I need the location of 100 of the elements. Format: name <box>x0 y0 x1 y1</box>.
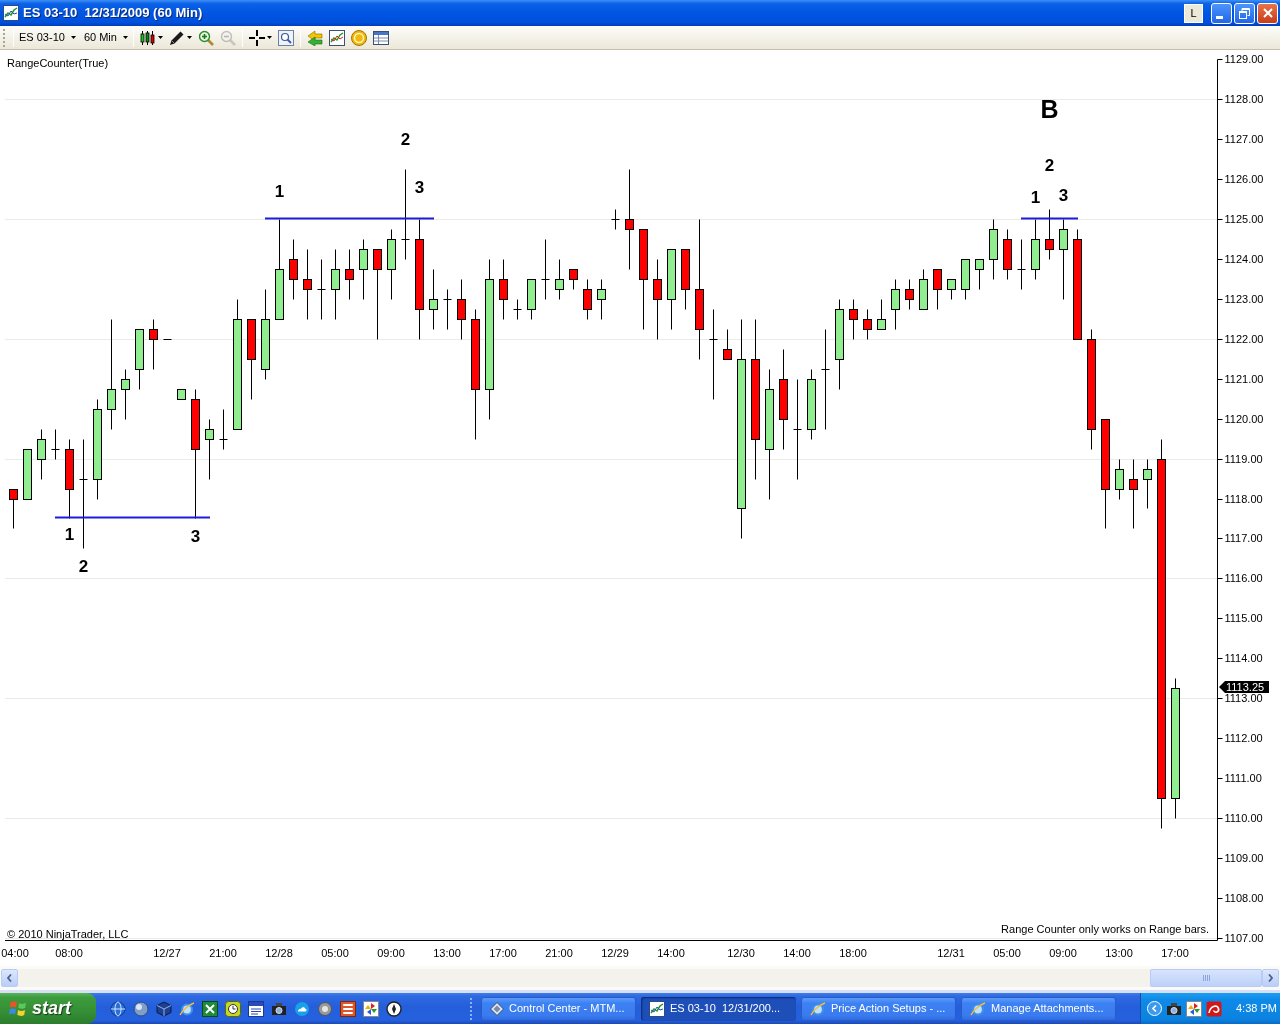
magnifier-frame-icon <box>277 29 294 46</box>
candlestick <box>541 239 550 300</box>
candlestick <box>51 429 60 460</box>
price-axis-label: 1116.00 <box>1224 572 1263 585</box>
minimize-button[interactable] <box>1211 2 1232 24</box>
time-axis-label: 12/28 <box>265 947 293 959</box>
price-axis-label: 1109.00 <box>1224 852 1264 865</box>
candlestick <box>1129 459 1138 529</box>
scroll-right-button[interactable] <box>1262 969 1279 987</box>
price-axis-label: 1119.00 <box>1224 452 1263 465</box>
level-line <box>1020 217 1079 220</box>
time-axis-label: 12/31 <box>937 947 965 959</box>
candlestick <box>289 239 298 300</box>
crosshair-button[interactable] <box>246 27 274 48</box>
striped-tile-icon[interactable] <box>340 1000 356 1017</box>
camera-icon[interactable] <box>1166 1000 1182 1017</box>
time-axis-label: 21:00 <box>209 947 237 959</box>
price-axis-label: 1122.00 <box>1224 332 1264 345</box>
taskbar-button[interactable]: ES 03-10 12/31/200... <box>641 996 796 1021</box>
price-axis-label: 1118.00 <box>1224 492 1263 505</box>
price-axis-label: 1110.00 <box>1224 812 1263 825</box>
candlestick <box>1031 219 1040 280</box>
candlestick <box>583 279 592 320</box>
show-hidden-icons-button[interactable] <box>1147 1001 1162 1016</box>
count-label: 3 <box>1058 185 1069 205</box>
close-button[interactable] <box>1257 2 1278 24</box>
candlestick <box>9 489 18 529</box>
clock-icon[interactable] <box>225 1000 241 1017</box>
zoom-in-icon <box>197 29 214 46</box>
candlestick <box>1017 239 1026 290</box>
ring-icon[interactable] <box>317 1000 333 1017</box>
candlestick <box>499 259 508 320</box>
taskbar-button[interactable]: Manage Attachments... <box>961 996 1116 1021</box>
line-chart-button[interactable] <box>326 27 347 48</box>
coin-button[interactable] <box>348 27 369 48</box>
time-axis-label: 14:00 <box>783 947 811 959</box>
caret-icon <box>266 36 272 39</box>
candlestick <box>1003 229 1012 280</box>
curl-icon[interactable] <box>1206 1000 1222 1017</box>
sphere-icon[interactable] <box>133 1000 149 1017</box>
restore-button[interactable] <box>1234 2 1255 24</box>
interval-dropdown[interactable]: 60 Min <box>81 27 130 48</box>
price-axis-label: 1121.00 <box>1224 372 1264 385</box>
instrument-dropdown[interactable]: ES 03-10 <box>17 27 78 48</box>
time-axis-label: 13:00 <box>1105 947 1133 959</box>
link-button[interactable]: L <box>1184 3 1203 23</box>
candlestick <box>947 279 956 300</box>
candlestick <box>1143 459 1152 509</box>
start-button[interactable]: start <box>0 993 96 1024</box>
candlestick <box>457 279 466 340</box>
candlestick <box>429 269 438 330</box>
price-axis-label: 1115.00 <box>1224 612 1263 625</box>
count-label: 1 <box>64 525 75 545</box>
count-label: 3 <box>190 527 201 547</box>
candlestick <box>345 249 354 300</box>
pinwheel-icon[interactable] <box>363 1000 379 1017</box>
candlestick <box>989 219 998 280</box>
cube-icon[interactable] <box>156 1000 172 1017</box>
compass-icon[interactable] <box>386 1000 402 1017</box>
candlestick <box>37 429 46 480</box>
candlestick <box>513 299 522 320</box>
cloud-icon[interactable] <box>294 1000 310 1017</box>
window-title: ES 03-10 12/31/2009 (60 Min) <box>23 4 203 23</box>
diamond-icon <box>490 1001 504 1016</box>
clock[interactable]: 4:38 PM <box>1236 1000 1277 1017</box>
candlestick <box>303 249 312 320</box>
zoom-box-button[interactable] <box>275 27 296 48</box>
count-label: 3 <box>414 177 425 197</box>
scroll-left-button[interactable] <box>1 969 18 987</box>
taskbar-button[interactable]: Control Center - MTM... <box>481 996 636 1021</box>
price-axis-label: 1108.00 <box>1224 892 1264 905</box>
cross-tile-icon[interactable] <box>202 1000 218 1017</box>
candlestick <box>597 279 606 320</box>
candlestick <box>863 309 872 340</box>
document-icon[interactable] <box>248 1000 264 1017</box>
taskbar-button[interactable]: Price Action Setups - ... <box>801 996 956 1021</box>
price-axis-label: 1120.00 <box>1224 412 1264 425</box>
coin-icon <box>350 29 367 46</box>
time-axis-label: 18:00 <box>839 947 867 959</box>
caret-icon <box>122 36 128 39</box>
candlestick <box>569 269 578 290</box>
globe-icon[interactable] <box>110 1000 126 1017</box>
pencil-icon <box>168 29 185 46</box>
pinwheel-icon[interactable] <box>1186 1000 1202 1017</box>
price-axis-label: 1113.00 <box>1224 692 1263 705</box>
chevron-left-icon <box>1152 1005 1157 1012</box>
indicator-label: RangeCounter(True) <box>7 57 109 69</box>
candlestick <box>527 279 536 320</box>
candlestick <box>975 259 984 290</box>
price-axis-label: 1126.00 <box>1224 172 1264 185</box>
caret-icon <box>70 36 76 39</box>
camera-icon[interactable] <box>271 1000 287 1017</box>
time-axis-label: 13:00 <box>433 947 461 959</box>
planet-icon[interactable] <box>179 1000 195 1017</box>
minimize-icon <box>1216 15 1223 19</box>
candlestick <box>177 389 186 400</box>
time-axis-label: 12/27 <box>153 947 181 959</box>
candlestick <box>723 329 732 360</box>
price-axis-label: 1128.00 <box>1224 92 1264 105</box>
scrollbar-thumb[interactable] <box>1150 969 1262 987</box>
